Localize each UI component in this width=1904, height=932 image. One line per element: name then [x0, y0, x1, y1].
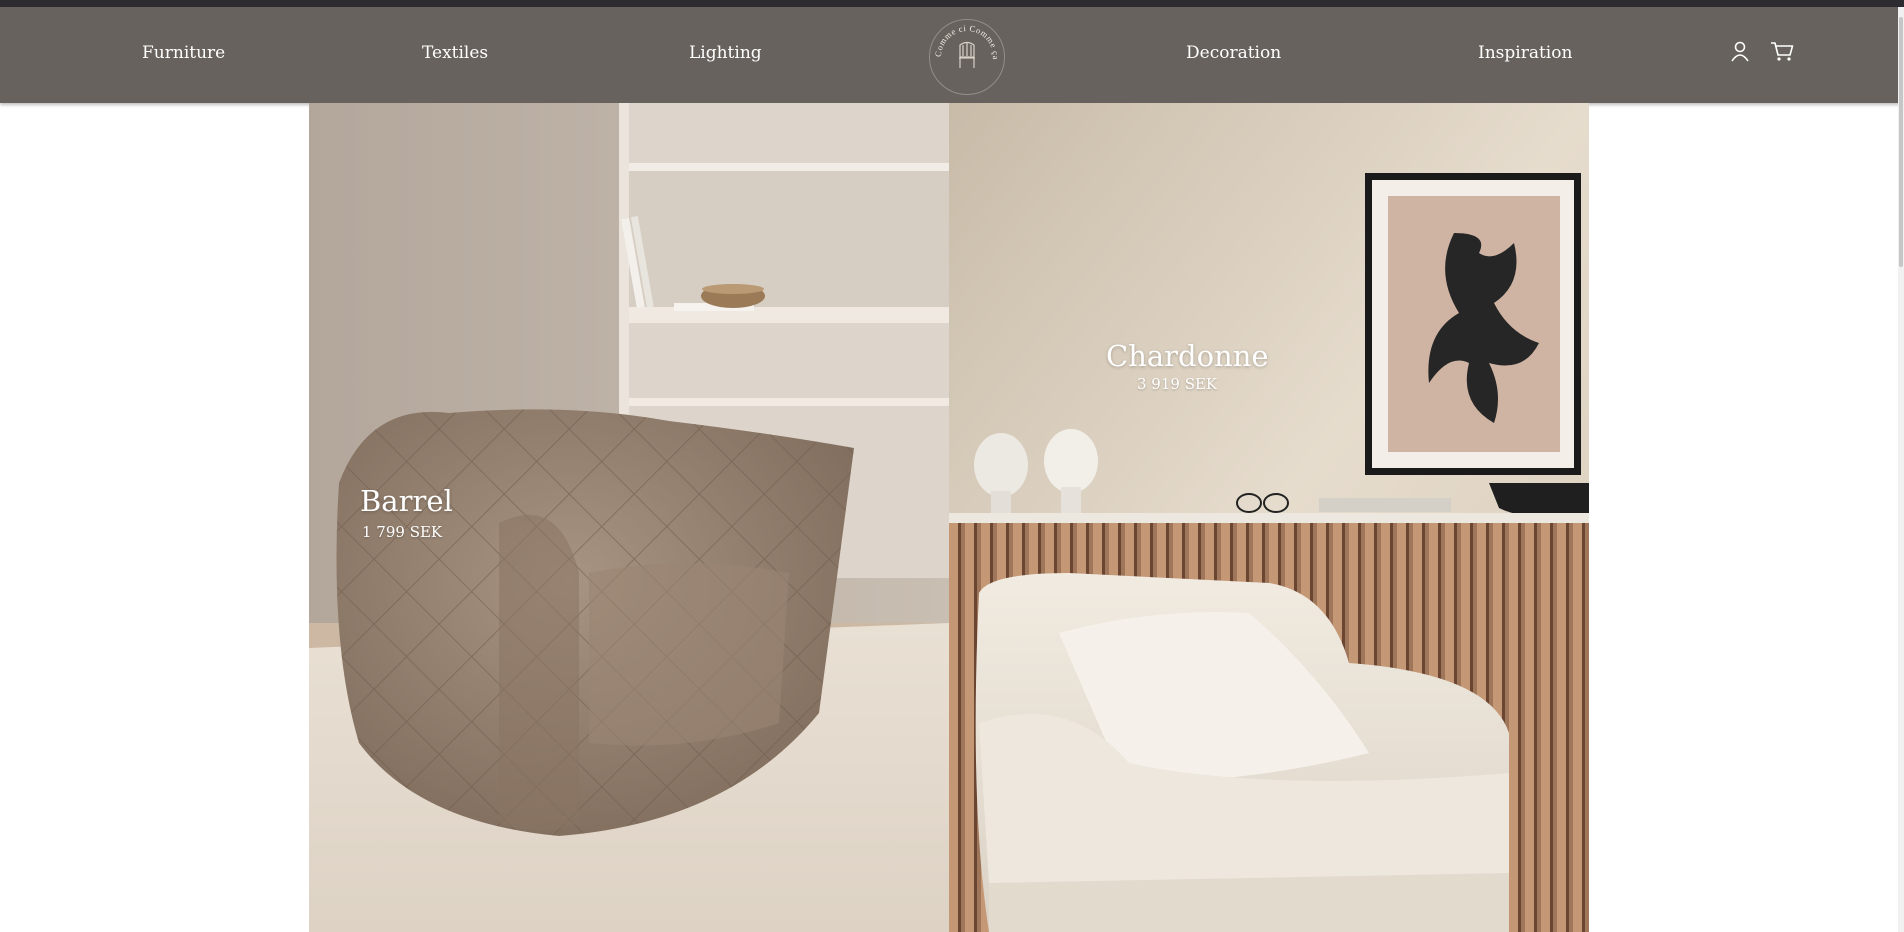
- product-name: Barrel: [360, 484, 453, 518]
- brand-logo[interactable]: Comme ci Comme ça: [929, 19, 1005, 95]
- product-image-chardonne: [949, 103, 1589, 932]
- product-name: Chardonne: [1106, 339, 1269, 373]
- user-icon: [1731, 41, 1749, 62]
- product-card-barrel[interactable]: Barrel 1 799 SEK: [309, 103, 949, 932]
- nav-link-furniture[interactable]: Furniture: [142, 43, 225, 63]
- cart-button[interactable]: [1770, 41, 1794, 63]
- framed-artwork: [1365, 173, 1581, 475]
- nav-link-inspiration[interactable]: Inspiration: [1478, 43, 1572, 63]
- account-button[interactable]: [1730, 41, 1750, 63]
- nav-link-lighting[interactable]: Lighting: [689, 43, 762, 63]
- nav-link-textiles[interactable]: Textiles: [422, 43, 488, 63]
- brand-logo-emblem: Comme ci Comme ça: [933, 23, 1000, 68]
- product-price: 3 919 SEK: [1137, 375, 1218, 393]
- nav-link-decoration[interactable]: Decoration: [1186, 43, 1281, 63]
- cart-icon: [1771, 42, 1794, 61]
- product-card-chardonne[interactable]: Chardonne 3 919 SEK: [949, 103, 1589, 932]
- chair-icon: [959, 41, 975, 68]
- main-navigation: Furniture Textiles Lighting Comme ci Com…: [0, 7, 1904, 103]
- product-price: 1 799 SEK: [362, 523, 443, 541]
- vertical-scrollbar[interactable]: [1898, 7, 1904, 932]
- scrollbar-thumb[interactable]: [1899, 17, 1903, 267]
- browser-top-edge: [0, 0, 1904, 7]
